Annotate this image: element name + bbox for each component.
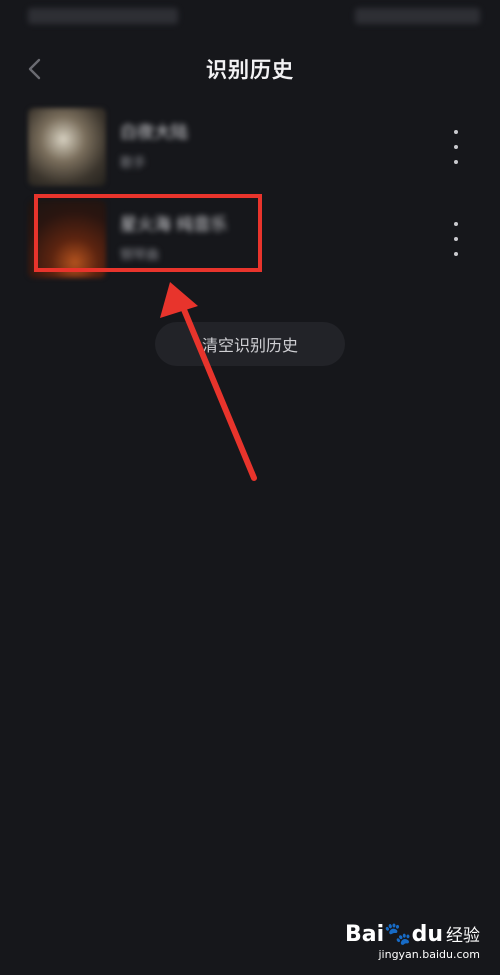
page-title: 识别历史 <box>206 58 294 82</box>
status-bar <box>0 0 500 36</box>
status-carrier-info <box>28 8 178 24</box>
history-item[interactable]: 白夜大陆 歌手 <box>28 108 478 186</box>
paw-icon: 🐾 <box>384 922 412 947</box>
highlight-box <box>34 194 262 272</box>
more-vertical-icon[interactable] <box>446 222 466 256</box>
watermark-url: jingyan.baidu.com <box>378 948 480 961</box>
status-system-icons <box>355 8 480 24</box>
song-artist: 歌手 <box>120 156 147 171</box>
clear-history-button[interactable]: 清空识别历史 <box>155 322 345 366</box>
watermark: Bai🐾du 经验 jingyan.baidu.com <box>345 921 480 961</box>
more-vertical-icon[interactable] <box>446 130 466 164</box>
watermark-logo: Bai🐾du 经验 <box>345 922 480 947</box>
song-title: 白夜大陆 <box>120 123 188 143</box>
album-cover <box>28 108 106 186</box>
